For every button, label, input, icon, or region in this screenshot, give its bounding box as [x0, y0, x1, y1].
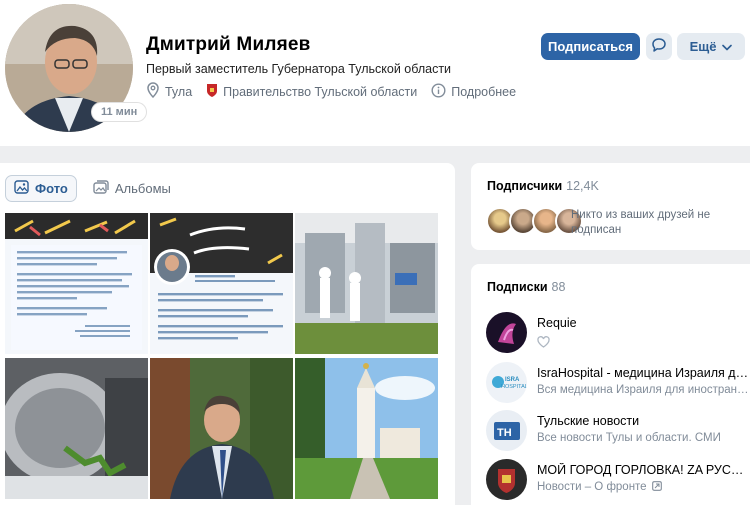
following-title[interactable]: Подписки 88 [487, 280, 565, 294]
profile-name: Дмитрий Миляев [146, 34, 311, 55]
photos-section: Фото Альбомы [0, 163, 455, 505]
tab-albums[interactable]: Альбомы [85, 175, 179, 202]
no-friends-note: Никто из ваших друзей не подписан [571, 209, 711, 236]
svg-text:TH: TH [497, 427, 512, 439]
list-item-desc: Новости – О фронте [537, 481, 750, 493]
organization-label: Правительство Тульской области [223, 84, 418, 99]
location-icon [146, 82, 165, 101]
tab-photos-label: Фото [35, 181, 68, 196]
subscribers-title[interactable]: Подписчики 12,4K [487, 179, 599, 193]
list-item-desc: Вся медицина Израиля для иностранцев [537, 384, 750, 396]
details-link[interactable]: Подробнее [431, 82, 517, 101]
subscribe-button[interactable]: Подписаться [541, 33, 640, 60]
photo-thumbnail[interactable] [150, 213, 293, 354]
tab-photos[interactable]: Фото [5, 175, 77, 202]
photo-tabs: Фото Альбомы [5, 175, 187, 202]
heart-icon[interactable] [537, 336, 750, 351]
list-item-name: Requie [537, 316, 577, 330]
avatar [486, 459, 527, 500]
list-item-desc: Все новости Тулы и области. СМИ [537, 432, 721, 444]
list-item[interactable]: Requie [486, 312, 750, 356]
album-icon [93, 180, 115, 197]
details-label: Подробнее [451, 84, 517, 99]
avatar [486, 312, 527, 353]
list-item-desc-text: Новости – О фронте [537, 481, 647, 493]
avatar: ISRA HOSPITAL [486, 362, 527, 403]
online-badge: 11 мин [92, 103, 147, 121]
subscriber-avatars [486, 207, 583, 235]
coat-of-arms-icon [206, 83, 223, 101]
svg-text:ISRA: ISRA [505, 377, 520, 383]
chevron-down-icon [716, 39, 733, 54]
photo-thumbnail[interactable] [5, 358, 148, 499]
list-item-name: IsraHospital - медицина Израиля для инос… [537, 366, 750, 380]
more-button[interactable]: Ещё [677, 33, 745, 60]
list-item-name: МОЙ ГОРОД ГОРЛОВКА! ZA РУССКИЙ МИР! [537, 463, 750, 477]
external-icon [650, 481, 662, 493]
subscribers-title-label: Подписчики [487, 179, 563, 193]
following-section: Подписки 88 Requie ISRA HOSPITAL IsraHospi… [471, 264, 750, 505]
avatar: TH [486, 410, 527, 451]
city-label: Тула [165, 84, 193, 99]
photo-thumbnail[interactable] [5, 213, 148, 354]
list-item-name: Тульские новости [537, 414, 640, 428]
svg-text:HOSPITAL: HOSPITAL [501, 384, 527, 390]
list-item[interactable]: МОЙ ГОРОД ГОРЛОВКА! ZA РУССКИЙ МИР! Ново… [486, 459, 750, 503]
profile-header: 11 мин Дмитрий Миляев Первый заместитель… [0, 0, 750, 146]
list-item[interactable]: TH Тульские новости Все новости Тулы и о… [486, 410, 750, 454]
profile-status: Первый заместитель Губернатора Тульской … [146, 62, 452, 76]
info-icon [431, 82, 451, 101]
photo-thumbnail[interactable] [295, 358, 438, 499]
following-title-label: Подписки [487, 280, 548, 294]
more-label: Ещё [689, 39, 717, 54]
city-info: Тула [146, 82, 192, 101]
tab-albums-label: Альбомы [114, 181, 171, 196]
message-icon [651, 37, 667, 56]
list-item[interactable]: ISRA HOSPITAL IsraHospital - медицина Изр… [486, 362, 750, 406]
following-count: 88 [551, 280, 566, 294]
photo-thumbnail[interactable] [295, 213, 438, 354]
profile-meta: Тула Правительство Тульской области Подр… [146, 82, 530, 101]
organization-info[interactable]: Правительство Тульской области [206, 83, 417, 101]
photo-thumbnail[interactable] [150, 358, 293, 499]
message-button[interactable] [646, 33, 672, 60]
subscribers-section[interactable]: Подписчики 12,4K Никто из ваших друзей не… [471, 163, 750, 250]
subscribers-count: 12,4K [566, 179, 599, 193]
photo-icon [14, 180, 35, 197]
